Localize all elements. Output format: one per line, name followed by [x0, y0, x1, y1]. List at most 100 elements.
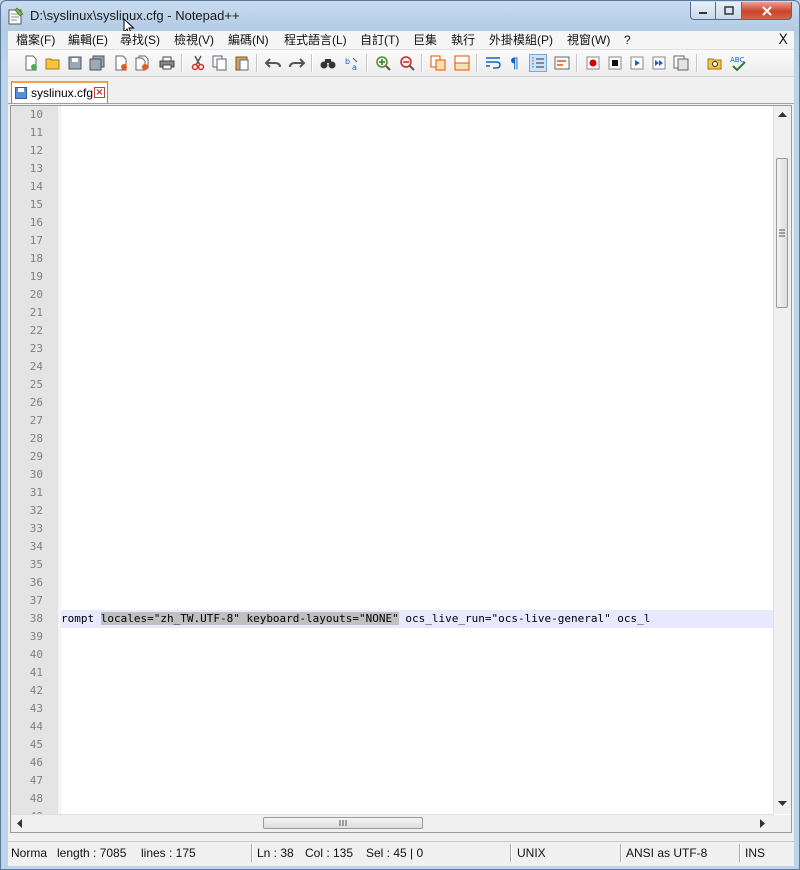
- zoom-out-button[interactable]: [398, 54, 416, 72]
- toolbar-separator: [256, 54, 258, 72]
- title-bar[interactable]: D:\syslinux\syslinux.cfg - Notepad++: [1, 1, 799, 31]
- notepadpp-app-icon[interactable]: [8, 7, 24, 25]
- sync-horizontal-icon: [454, 55, 470, 71]
- scroll-right-arrow-icon[interactable]: [756, 816, 768, 831]
- save-button[interactable]: [66, 54, 84, 72]
- line-number: 48: [29, 792, 43, 805]
- play-macro-button[interactable]: [628, 54, 646, 72]
- menu-help[interactable]: ?: [624, 32, 631, 48]
- scissors-icon: [191, 55, 205, 71]
- replace-button[interactable]: ba: [343, 54, 361, 72]
- tab-close-button[interactable]: ×: [94, 87, 105, 98]
- toolbar-separator: [311, 54, 313, 72]
- undo-button[interactable]: [264, 54, 282, 72]
- line-number: 16: [29, 216, 43, 229]
- folder-search-icon: [707, 58, 722, 70]
- menu-settings[interactable]: 自訂(T): [360, 32, 399, 48]
- line-number: 38: [29, 612, 43, 625]
- line-number: 42: [29, 684, 43, 697]
- menu-macro[interactable]: 巨集: [413, 32, 437, 48]
- user-lang-icon: [554, 56, 570, 70]
- sync-horizontal-button[interactable]: [453, 54, 471, 72]
- user-lang-button[interactable]: [553, 54, 571, 72]
- menu-edit[interactable]: 編輯(E): [68, 32, 108, 48]
- find-button[interactable]: [319, 54, 337, 72]
- close-file-button[interactable]: [112, 54, 130, 72]
- menu-language[interactable]: 程式語言(L): [284, 32, 347, 48]
- line-number: 17: [29, 234, 43, 247]
- status-eol-format: UNIX: [517, 846, 546, 860]
- client-area: 檔案(F) 編輯(E) 尋找(S) 檢視(V) 編碼(N) 程式語言(L) 自訂…: [8, 31, 794, 866]
- zoom-out-icon: [400, 56, 415, 71]
- line-number: 14: [29, 180, 43, 193]
- vertical-scroll-thumb[interactable]: [776, 158, 788, 308]
- status-length: length : 7085: [57, 846, 127, 860]
- horizontal-scroll-thumb[interactable]: [263, 817, 423, 829]
- paste-button[interactable]: [233, 54, 251, 72]
- selected-text: locales="zh_TW.UTF-8" keyboard-layouts="…: [100, 612, 399, 625]
- close-all-button[interactable]: [134, 54, 152, 72]
- sync-vertical-button[interactable]: [429, 54, 447, 72]
- menu-encoding[interactable]: 編碼(N): [228, 32, 269, 48]
- status-divider: [510, 844, 512, 862]
- stop-macro-button[interactable]: [606, 54, 624, 72]
- fast-forward-icon: [652, 56, 666, 70]
- print-button[interactable]: [158, 54, 176, 72]
- toolbar-separator: [421, 54, 423, 72]
- tab-syslinux-cfg[interactable]: syslinux.cfg ×: [11, 81, 108, 103]
- minimize-button[interactable]: [690, 2, 716, 20]
- toolbar-separator: [181, 54, 183, 72]
- line-number: 34: [29, 540, 43, 553]
- line-number: 10: [29, 108, 43, 121]
- menu-plugins[interactable]: 外掛模組(P): [489, 32, 553, 48]
- copy-button[interactable]: [211, 54, 229, 72]
- indent-guide-button[interactable]: [529, 54, 547, 72]
- line-number: 15: [29, 198, 43, 211]
- menu-window[interactable]: 視窗(W): [567, 32, 610, 48]
- play-icon: [630, 56, 644, 70]
- record-macro-button[interactable]: [584, 54, 602, 72]
- doc-switcher-button[interactable]: [706, 54, 724, 72]
- save-macro-button[interactable]: [672, 54, 690, 72]
- save-all-button[interactable]: [88, 54, 106, 72]
- editor-pane[interactable]: 10 11 12 13 14 15 16 17 18 19 20 21 22 23 24 25 26 27 28 29…: [10, 105, 792, 833]
- line-number-gutter[interactable]: 10 11 12 13 14 15 16 17 18 19 20 21 22 23 24 25 26 27 28 29…: [11, 106, 58, 832]
- fold-margin[interactable]: [58, 106, 61, 832]
- saved-file-icon: [15, 87, 27, 99]
- line-number: 25: [29, 378, 43, 391]
- close-window-button[interactable]: [742, 2, 792, 20]
- vertical-scrollbar[interactable]: [773, 106, 791, 814]
- line-number: 13: [29, 162, 43, 175]
- spell-check-button[interactable]: ABC: [729, 54, 747, 72]
- line-number: 11: [29, 126, 43, 139]
- svg-text:¶: ¶: [510, 56, 519, 71]
- word-wrap-button[interactable]: [484, 54, 502, 72]
- pilcrow-icon: ¶: [510, 56, 519, 71]
- grip-icon: [779, 229, 785, 237]
- line-number: 20: [29, 288, 43, 301]
- new-file-button[interactable]: [22, 54, 40, 72]
- current-line[interactable]: rompt locales="zh_TW.UTF-8" keyboard-lay…: [61, 610, 773, 628]
- record-icon: [586, 56, 600, 70]
- scroll-left-arrow-icon[interactable]: [14, 816, 26, 831]
- menu-view[interactable]: 檢視(V): [174, 32, 214, 48]
- line-number: 47: [29, 774, 43, 787]
- maximize-button[interactable]: [716, 2, 742, 20]
- redo-button[interactable]: [288, 54, 306, 72]
- menu-run[interactable]: 執行: [451, 32, 475, 48]
- close-document-x[interactable]: X: [778, 31, 788, 49]
- menu-search[interactable]: 尋找(S): [120, 32, 160, 48]
- show-all-chars-button[interactable]: ¶: [506, 54, 524, 72]
- line-number: 27: [29, 414, 43, 427]
- menu-file[interactable]: 檔案(F): [16, 32, 55, 48]
- run-macro-multiple-button[interactable]: [650, 54, 668, 72]
- open-file-button[interactable]: [44, 54, 62, 72]
- toolbar-separator: [366, 54, 368, 72]
- scroll-down-arrow-icon[interactable]: [775, 798, 790, 810]
- line-number: 21: [29, 306, 43, 319]
- zoom-in-button[interactable]: [374, 54, 392, 72]
- horizontal-scrollbar[interactable]: [11, 814, 774, 832]
- clipboard-icon: [235, 56, 249, 71]
- cut-button[interactable]: [189, 54, 207, 72]
- scroll-up-arrow-icon[interactable]: [775, 109, 790, 121]
